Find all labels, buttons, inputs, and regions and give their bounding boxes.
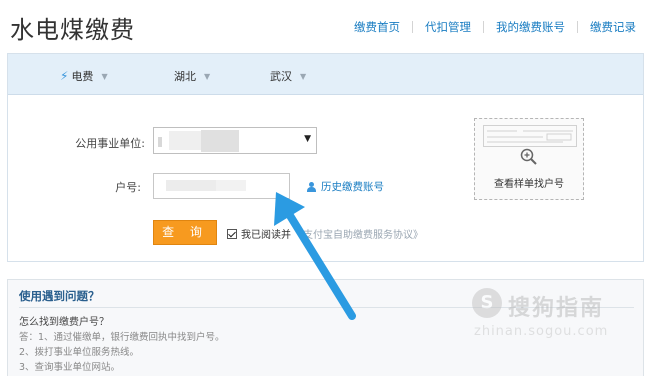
help-title: 使用遇到问题？ bbox=[19, 289, 100, 303]
unit-select[interactable]: ▼ bbox=[153, 127, 317, 154]
chevron-down-icon: ▼ bbox=[101, 71, 108, 81]
bill-type-label: 电费 bbox=[71, 70, 94, 83]
sample-bill-icon bbox=[483, 125, 577, 147]
account-number-input[interactable] bbox=[153, 173, 290, 199]
user-icon bbox=[306, 181, 316, 192]
bill-type-select[interactable]: ⚡ 电费 ▼ bbox=[60, 68, 108, 84]
watermark: S 搜狗指南 zhinan.sogou.com bbox=[466, 284, 636, 344]
agree-text: 我已阅读并 bbox=[241, 230, 291, 241]
city-select[interactable]: 武汉 ▼ bbox=[270, 68, 306, 84]
nav-home[interactable]: 缴费首页 bbox=[354, 19, 400, 35]
help-answer: 3、查询事业单位网站。 bbox=[19, 362, 121, 373]
top-navigation: 缴费首页 代扣管理 我的缴费账号 缴费记录 bbox=[354, 19, 636, 35]
province-label: 湖北 bbox=[174, 70, 196, 83]
page-title: 水电煤缴费 bbox=[10, 16, 135, 44]
sample-bill-label: 查看样单找户号 bbox=[494, 179, 564, 190]
payment-form-card: ⚡ 电费 ▼ 湖北 ▼ 武汉 ▼ 公用事业单位: ▼ 户号: 历史缴费账号 查 … bbox=[7, 53, 644, 262]
help-question: 怎么找到缴费户号？ bbox=[19, 317, 109, 328]
unit-label: 公用事业单位: bbox=[75, 137, 145, 150]
city-label: 武汉 bbox=[270, 70, 292, 83]
lightning-icon: ⚡ bbox=[60, 69, 69, 83]
history-link-label: 历史缴费账号 bbox=[321, 181, 384, 193]
account-label: 户号: bbox=[115, 181, 141, 194]
sample-bill-viewer[interactable]: 查看样单找户号 bbox=[474, 118, 584, 200]
chevron-down-icon: ▼ bbox=[204, 71, 211, 81]
history-accounts-link[interactable]: 历史缴费账号 bbox=[306, 179, 384, 194]
nav-my-accounts[interactable]: 我的缴费账号 bbox=[496, 19, 565, 35]
filter-bar: ⚡ 电费 ▼ 湖北 ▼ 武汉 ▼ bbox=[8, 54, 643, 95]
agree-checkbox[interactable] bbox=[227, 228, 237, 239]
province-select[interactable]: 湖北 ▼ bbox=[174, 68, 210, 84]
watermark-brand: 搜狗指南 bbox=[508, 296, 605, 321]
nav-autopay[interactable]: 代扣管理 bbox=[425, 19, 471, 35]
help-answer: 答：1、通过催缴单，银行缴费回执中找到户号。 bbox=[19, 332, 225, 343]
help-answer: 2、拨打事业单位服务热线。 bbox=[19, 347, 140, 358]
query-button[interactable]: 查 询 bbox=[153, 220, 217, 245]
sogou-logo-icon: S bbox=[472, 288, 502, 318]
dropdown-arrow-icon: ▼ bbox=[304, 134, 311, 144]
nav-records[interactable]: 缴费记录 bbox=[590, 19, 636, 35]
chevron-down-icon: ▼ bbox=[300, 71, 307, 81]
agreement: 我已阅读并 《支付宝自助缴费服务协议》 bbox=[227, 226, 423, 241]
nav-divider bbox=[483, 21, 484, 33]
nav-divider bbox=[577, 21, 578, 33]
nav-divider bbox=[412, 21, 413, 33]
protocol-link[interactable]: 《支付宝自助缴费服务协议》 bbox=[293, 226, 423, 241]
zoom-in-icon bbox=[520, 148, 537, 165]
watermark-url: zhinan.sogou.com bbox=[474, 324, 609, 339]
